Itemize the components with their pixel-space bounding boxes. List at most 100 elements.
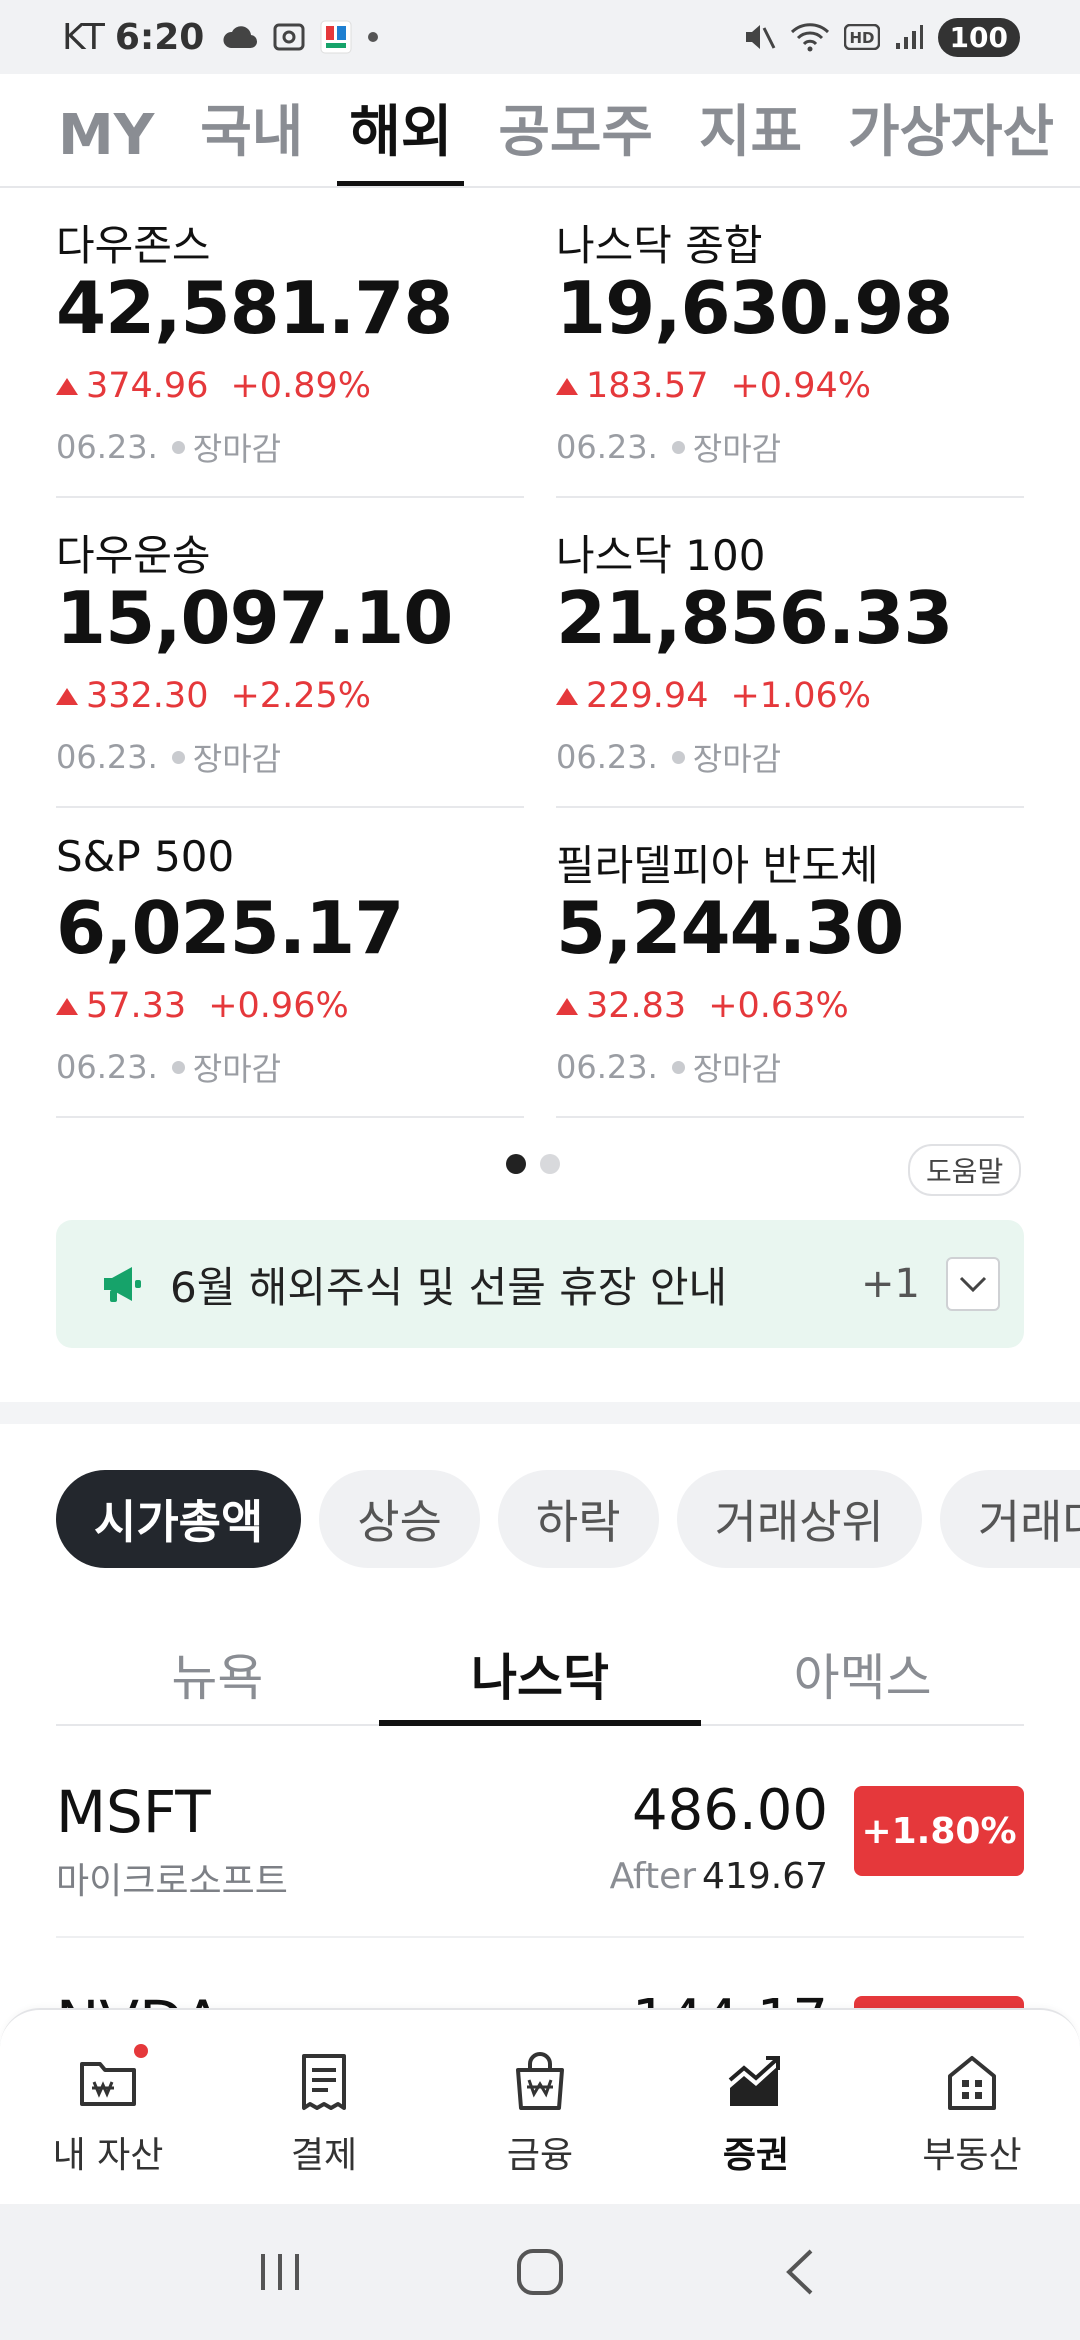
change-percent: +0.94% [730, 366, 871, 406]
more-dot-icon [368, 32, 379, 42]
index-card-sp500[interactable]: S&P 500 6,025.17 57.33 +0.96% 06.23. 장마감 [56, 808, 524, 1118]
index-name: S&P 500 [56, 832, 235, 881]
nav-label: 내 자산 [52, 2135, 164, 2176]
tab-domestic[interactable]: 국내 [200, 87, 303, 186]
index-card-dow-jones[interactable]: 다우존스 42,581.78 374.96 +0.89% 06.23. 장마감 [56, 188, 524, 498]
holiday-notice-banner[interactable]: 6월 해외주식 및 선물 휴장 안내 +1 [56, 1220, 1024, 1348]
nav-my-assets[interactable]: 내 자산 [0, 2010, 216, 2204]
system-navigation-bar [0, 2204, 1080, 2340]
index-date: 06.23. [56, 428, 158, 466]
stock-chart-icon [728, 2056, 780, 2106]
recent-apps-button[interactable] [250, 2242, 310, 2302]
up-arrow-icon [56, 687, 78, 705]
market-status: 장마감 [192, 740, 282, 778]
back-icon [786, 2249, 813, 2295]
index-card-philadelphia-semiconductor[interactable]: 필라델피아 반도체 5,244.30 32.83 +0.63% 06.23. 장마감 [556, 808, 1024, 1118]
carousel-pager[interactable] [506, 1154, 560, 1174]
shopping-bag-won-icon [516, 2052, 564, 2110]
tab-overseas[interactable]: 해외 [337, 87, 465, 186]
chip-market-cap[interactable]: 시가총액 [56, 1470, 302, 1568]
after-hours-label: After [609, 1856, 697, 1897]
index-date: 06.23. [56, 1048, 158, 1086]
notice-count: +1 [861, 1261, 920, 1307]
chip-top-volume[interactable]: 거래상위 [676, 1470, 922, 1568]
new-badge-dot [134, 2044, 148, 2058]
divider [556, 1116, 1024, 1118]
home-icon [517, 2249, 563, 2295]
change-percent: +1.06% [730, 676, 871, 716]
index-value: 5,244.30 [556, 886, 904, 970]
index-card-dow-transport[interactable]: 다우운송 15,097.10 332.30 +2.25% 06.23. 장마감 [56, 498, 524, 808]
help-button[interactable]: 도움말 [908, 1144, 1022, 1196]
index-name: 다우존스 [56, 221, 211, 270]
cloud-icon [223, 26, 258, 49]
chevron-down-icon [959, 1276, 987, 1293]
nav-label: 부동산 [922, 2135, 1022, 2176]
tab-new-york[interactable]: 뉴욕 [56, 1620, 379, 1724]
nav-payment[interactable]: 결제 [216, 2010, 432, 2204]
screenshot-icon [273, 23, 305, 51]
bottom-navigation: 내 자산 결제 금융 증권 부동산 [0, 2008, 1080, 2204]
tab-crypto[interactable]: 가상자산 [848, 87, 1054, 186]
index-meta: 06.23. 장마감 [556, 424, 781, 470]
chip-trading-value[interactable]: 거래대금 [939, 1470, 1080, 1568]
index-card-nasdaq-composite[interactable]: 나스닥 종합 19,630.98 183.57 +0.94% 06.23. 장마감 [556, 188, 1024, 498]
svg-text:HD: HD [849, 29, 874, 47]
index-date: 06.23. [556, 738, 658, 776]
change-amount: 229.94 [586, 676, 709, 716]
nav-securities[interactable]: 증권 [648, 2010, 864, 2204]
mute-icon [745, 25, 775, 49]
status-dot-icon [171, 440, 185, 454]
stock-name: 마이크로소프트 [56, 1861, 288, 1902]
index-change: 229.94 +1.06% [556, 676, 871, 716]
hd-voice-icon: HD [843, 24, 880, 50]
nav-finance[interactable]: 금융 [432, 2010, 648, 2204]
index-change: 183.57 +0.94% [556, 366, 871, 406]
pager-dot-active [506, 1154, 526, 1174]
signal-icon [895, 25, 923, 49]
back-button[interactable] [770, 2242, 830, 2302]
index-value: 21,856.33 [556, 576, 953, 660]
index-change: 32.83 +0.63% [556, 986, 849, 1026]
index-value: 6,025.17 [56, 886, 404, 970]
after-hours-price: After 419.67 [610, 1856, 828, 1897]
tab-my[interactable]: MY [58, 103, 154, 186]
section-separator [0, 1402, 1080, 1424]
notification-icons [222, 20, 380, 54]
tab-nasdaq[interactable]: 나스닥 [378, 1620, 702, 1726]
chip-rising[interactable]: 상승 [319, 1470, 480, 1568]
up-arrow-icon [556, 997, 578, 1015]
status-dot-icon [671, 750, 685, 764]
pager-dot [540, 1154, 560, 1174]
tab-ipo[interactable]: 공모주 [498, 87, 653, 186]
index-name: 다우운송 [56, 531, 211, 580]
change-amount: 183.57 [586, 366, 709, 406]
wifi-icon [790, 23, 829, 52]
wallet-folder-icon [80, 2062, 136, 2106]
nav-real-estate[interactable]: 부동산 [864, 2010, 1080, 2204]
app-notification-icon [320, 20, 352, 54]
index-value: 42,581.78 [56, 266, 453, 350]
status-dot-icon [171, 750, 185, 764]
change-percent: +0.63% [708, 986, 849, 1026]
stock-price: 486.00 [632, 1778, 828, 1843]
market-status: 장마감 [692, 740, 782, 778]
tab-indicators[interactable]: 지표 [699, 87, 802, 186]
index-card-nasdaq-100[interactable]: 나스닥 100 21,856.33 229.94 +1.06% 06.23. 장마감 [556, 498, 1024, 808]
chip-falling[interactable]: 하락 [497, 1470, 659, 1568]
carrier-label: KT [62, 16, 105, 58]
clock: 6:20 [114, 16, 205, 58]
index-name: 나스닥 100 [556, 531, 766, 580]
status-dot-icon [671, 440, 685, 454]
stock-row-msft[interactable]: MSFT 마이크로소프트 486.00 After 419.67 +1.80% [56, 1728, 1024, 1938]
battery-indicator: 100 [937, 17, 1020, 57]
market-status: 장마감 [192, 430, 282, 468]
index-name: 나스닥 종합 [556, 221, 763, 270]
index-meta: 06.23. 장마감 [556, 1044, 781, 1090]
change-amount: 57.33 [86, 986, 187, 1026]
expand-notices-button[interactable] [946, 1257, 1000, 1311]
nav-label: 증권 [722, 2135, 790, 2176]
home-button[interactable] [510, 2242, 570, 2302]
up-arrow-icon [556, 687, 578, 705]
tab-amex[interactable]: 아멕스 [701, 1620, 1024, 1724]
